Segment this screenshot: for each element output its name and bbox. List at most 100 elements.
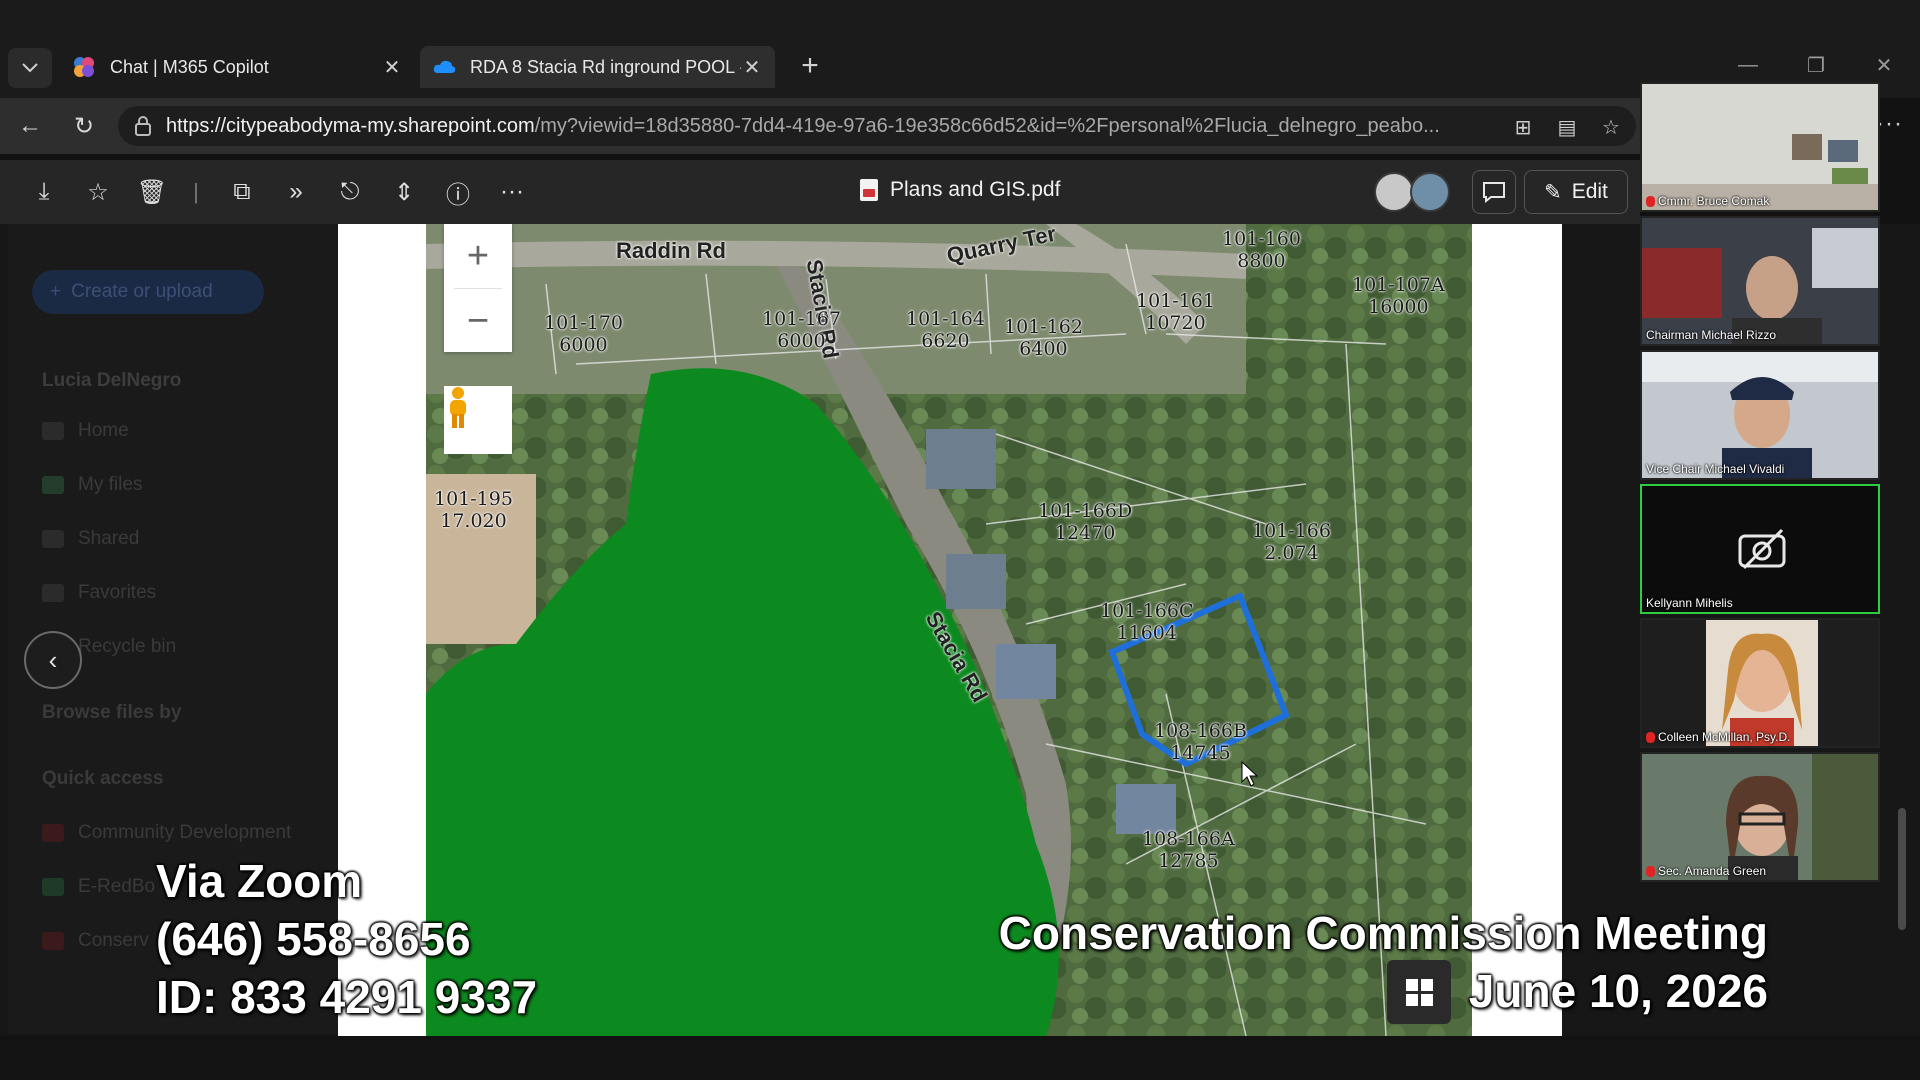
- quick-access-item[interactable]: Community Development: [42, 822, 291, 844]
- refresh-button[interactable]: ↻: [66, 108, 102, 144]
- parcel-label[interactable]: 101-166D 12470: [1038, 500, 1132, 544]
- previous-file-button[interactable]: ‹: [24, 631, 82, 689]
- avatar[interactable]: [1410, 172, 1450, 212]
- new-tab-button[interactable]: +: [792, 48, 828, 84]
- apps-icon[interactable]: ⊞: [1508, 112, 1538, 142]
- fit-page-icon[interactable]: ⇕: [388, 176, 420, 208]
- participant-tile[interactable]: Colleen McMillan, Psy.D.: [1640, 618, 1880, 748]
- sidebar-item-home[interactable]: Home: [42, 420, 129, 442]
- quick-access-heading: Quick access: [42, 768, 164, 789]
- tab-sharepoint-pdf[interactable]: RDA 8 Stacia Rd inground POOL - ✕: [420, 46, 775, 88]
- pdf-viewer-toolbar: ⤓ ☆ 🗑 | ⧉ » ⎋ ⇕ ⓘ ··· Plans and GIS.pdf …: [0, 160, 1640, 224]
- address-bar[interactable]: https://citypeabodyma-my.sharepoint.com /…: [118, 106, 1636, 146]
- browse-files-heading: Browse files by: [42, 702, 182, 723]
- quick-access-item[interactable]: E-RedBo: [42, 876, 155, 898]
- road-label: Raddin Rd: [616, 238, 726, 263]
- pdf-file-icon: [860, 179, 878, 201]
- participant-name: Cmmr. Bruce Comak: [1646, 194, 1769, 208]
- video-off-icon: [1738, 528, 1786, 570]
- copy-to-icon[interactable]: ⧉: [226, 176, 258, 208]
- overlay-phone: (646) 558-8656: [156, 913, 471, 965]
- close-icon[interactable]: ✕: [741, 55, 763, 80]
- browser-more-icon[interactable]: ···: [1876, 110, 1903, 138]
- building: [1116, 784, 1176, 834]
- overlay-meeting-date: June 10, 2026: [1468, 965, 1768, 1017]
- download-icon[interactable]: ⤓: [28, 176, 60, 208]
- collaborator-avatars[interactable]: [1374, 170, 1456, 214]
- parcel-label[interactable]: 101-164 6620: [906, 308, 985, 352]
- participant-tile[interactable]: Vice Chair Michael Vivaldi: [1640, 350, 1880, 480]
- zoom-out-button[interactable]: −: [444, 289, 512, 353]
- restore-button[interactable]: ❐: [1796, 50, 1836, 80]
- sidebar-item-shared[interactable]: Shared: [42, 528, 139, 550]
- bottom-bar: [0, 1040, 1920, 1080]
- building: [926, 429, 996, 489]
- close-window-button[interactable]: ✕: [1864, 50, 1904, 80]
- back-button[interactable]: ←: [12, 108, 48, 144]
- participant-tile[interactable]: Cmmr. Bruce Comak: [1640, 82, 1880, 212]
- site-icon: [42, 878, 64, 896]
- overlay-meeting-title: Conservation Commission Meeting: [998, 907, 1768, 959]
- parcel-label[interactable]: 101-160 8800: [1222, 228, 1301, 272]
- participant-tile-active-speaker[interactable]: Kellyann Mihelis: [1640, 484, 1880, 614]
- folder-icon: [42, 476, 64, 494]
- favorite-star-icon[interactable]: ☆: [1596, 112, 1626, 142]
- parcel-label[interactable]: 101-107A 16000: [1352, 274, 1445, 318]
- document-title-text: Plans and GIS.pdf: [890, 178, 1061, 201]
- participant-name: Colleen McMillan, Psy.D.: [1646, 730, 1790, 744]
- move-to-icon[interactable]: »: [280, 176, 312, 208]
- parcel-label[interactable]: 101-167 6000: [762, 308, 841, 352]
- street-view-pegman[interactable]: [444, 386, 512, 454]
- create-or-upload-button[interactable]: + Create or upload: [32, 270, 264, 314]
- tab-copilot-chat[interactable]: Chat | M365 Copilot ✕: [60, 46, 415, 88]
- mic-muted-icon: [1646, 731, 1655, 743]
- sidebar-item-my-files[interactable]: My files: [42, 474, 142, 496]
- pegman-icon: [450, 387, 466, 428]
- participant-tile[interactable]: Chairman Michael Rizzo: [1640, 216, 1880, 346]
- close-icon[interactable]: ✕: [381, 55, 403, 80]
- edit-button[interactable]: ✎ Edit: [1524, 170, 1628, 214]
- minimize-button[interactable]: —: [1728, 50, 1768, 80]
- building: [996, 644, 1056, 699]
- parcel-label[interactable]: 101-166C 11604: [1100, 600, 1194, 644]
- avatar[interactable]: [1374, 172, 1414, 212]
- parcel-label-subject[interactable]: 108-166B 14745: [1154, 720, 1247, 764]
- zoom-in-button[interactable]: +: [444, 224, 512, 288]
- comment-icon: [1483, 182, 1505, 203]
- quick-access-item[interactable]: Conserv: [42, 930, 149, 952]
- share-icon[interactable]: ⎋: [334, 176, 366, 208]
- more-options-icon[interactable]: ···: [496, 176, 528, 208]
- zoom-dial-in-overlay: Via Zoom (646) 558-8656 ID: 833 4291 933…: [156, 852, 537, 1026]
- info-icon[interactable]: ⓘ: [442, 176, 474, 209]
- zoom-participants-panel: Cmmr. Bruce Comak Chairman Michael Rizzo…: [1640, 82, 1880, 894]
- delete-icon[interactable]: 🗑: [136, 176, 168, 208]
- parcel-label[interactable]: 101-162 6400: [1004, 316, 1083, 360]
- parcel-label[interactable]: 108-166A 12785: [1142, 828, 1235, 872]
- participant-tile[interactable]: Sec. Amanda Green: [1640, 752, 1880, 882]
- browser-nav-bar: ← ↻ https://citypeabodyma-my.sharepoint.…: [0, 98, 1640, 154]
- participants-scrollbar[interactable]: [1898, 808, 1906, 930]
- comments-button[interactable]: [1472, 170, 1516, 214]
- tab-label: RDA 8 Stacia Rd inground POOL -: [470, 56, 741, 77]
- reader-view-icon[interactable]: ▤: [1552, 112, 1582, 142]
- parcel-label[interactable]: 101-195 17.020: [434, 488, 513, 532]
- minimize-icon: —: [1738, 53, 1758, 76]
- lock-icon: [135, 116, 151, 136]
- favorite-icon[interactable]: ☆: [82, 176, 114, 208]
- overlay-meeting-id: ID: 833 4291 9337: [156, 971, 538, 1023]
- pencil-icon: ✎: [1544, 180, 1562, 204]
- minus-icon: −: [466, 299, 490, 342]
- onedrive-cloud-icon: [433, 60, 456, 73]
- refresh-icon: ↻: [73, 112, 95, 140]
- address-bar-actions: ⊞ ▤ ☆: [1496, 112, 1626, 142]
- arrow-left-icon: ←: [18, 112, 42, 139]
- restore-icon: ❐: [1807, 54, 1825, 77]
- sidebar-item-favorites[interactable]: Favorites: [42, 582, 156, 604]
- parcel-label[interactable]: 101-170 6000: [544, 312, 623, 356]
- parcel-label[interactable]: 101-166 2.074: [1252, 520, 1331, 564]
- parcel-label[interactable]: 101-161 10720: [1136, 290, 1215, 334]
- tab-actions-menu-button[interactable]: [8, 48, 52, 88]
- participant-video: [1642, 620, 1878, 746]
- mic-muted-icon: [1646, 865, 1655, 877]
- participant-video: [1642, 754, 1878, 880]
